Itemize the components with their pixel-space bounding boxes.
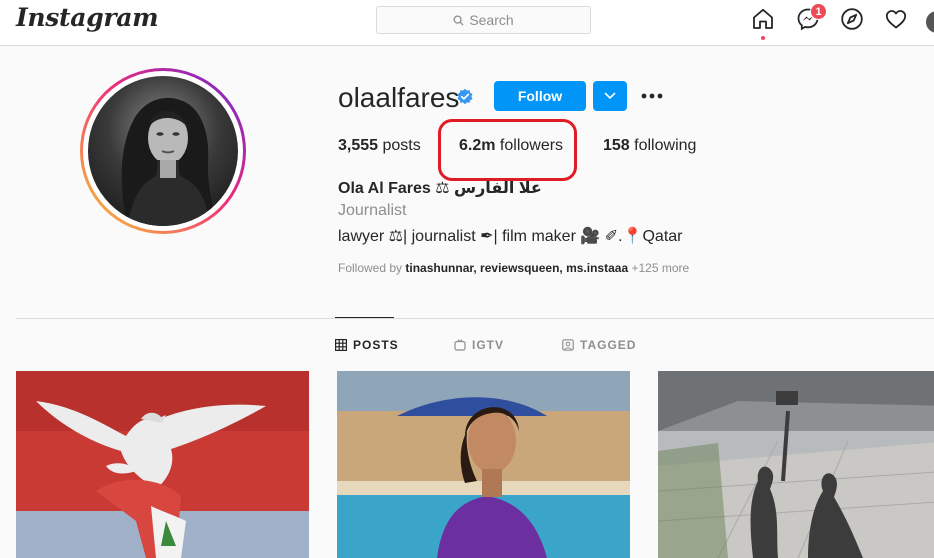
profile-photo bbox=[88, 76, 238, 226]
profile-username: olaalfares bbox=[338, 82, 460, 113]
chevron-down-icon bbox=[604, 92, 616, 100]
followed-by-more: +125 more bbox=[631, 261, 690, 275]
active-tab-indicator bbox=[335, 317, 394, 318]
posts-label: posts bbox=[382, 137, 421, 154]
more-options-button[interactable] bbox=[640, 86, 664, 106]
following-count: 158 bbox=[603, 137, 630, 154]
post-image-woman-purple bbox=[337, 371, 630, 558]
following-label: following bbox=[634, 137, 697, 154]
post-image-shadows bbox=[658, 371, 934, 558]
tabs-divider bbox=[16, 318, 934, 319]
suggested-dropdown-button[interactable] bbox=[593, 81, 627, 111]
avatar-ring-gap bbox=[83, 71, 243, 231]
post-image-dove-mural bbox=[16, 371, 309, 558]
tab-tagged[interactable]: TAGGED bbox=[562, 332, 636, 358]
top-nav: Instagram Search 1 bbox=[0, 0, 934, 46]
home-icon[interactable] bbox=[751, 7, 775, 31]
posts-count: 3,555 bbox=[338, 137, 379, 154]
followers-highlight-annotation bbox=[438, 119, 577, 181]
verified-badge-icon bbox=[457, 88, 473, 105]
tab-igtv-label: IGTV bbox=[472, 338, 505, 352]
nav-profile-avatar[interactable] bbox=[926, 11, 934, 33]
search-placeholder: Search bbox=[469, 12, 514, 28]
tab-posts[interactable]: POSTS bbox=[335, 332, 399, 358]
tagged-icon bbox=[562, 339, 574, 351]
heart-icon[interactable] bbox=[884, 7, 908, 31]
explore-icon[interactable] bbox=[840, 7, 864, 31]
followed-by-prefix: Followed by bbox=[338, 261, 403, 275]
followed-by-line[interactable]: Followed by tinashunnar, reviewsqueen, m… bbox=[338, 261, 689, 275]
grid-icon bbox=[335, 339, 347, 351]
post-thumbnail[interactable] bbox=[337, 371, 630, 558]
instagram-logo[interactable]: Instagram bbox=[16, 3, 159, 32]
tab-posts-label: POSTS bbox=[353, 338, 399, 352]
follow-button[interactable]: Follow bbox=[494, 81, 586, 111]
profile-full-name: Ola Al Fares ⚖ علا الفارس bbox=[338, 180, 542, 197]
search-input[interactable]: Search bbox=[376, 6, 591, 34]
more-dots-icon bbox=[641, 93, 663, 99]
followed-by-names: tinashunnar, reviewsqueen, ms.instaaa bbox=[405, 261, 629, 275]
search-icon bbox=[453, 14, 464, 26]
following-stat[interactable]: 158 following bbox=[603, 137, 696, 155]
profile-avatar[interactable] bbox=[80, 68, 246, 234]
profile-category: Journalist bbox=[338, 202, 407, 219]
profile-bio: lawyer ⚖| journalist ✒| film maker 🎥 ✐.📍… bbox=[338, 228, 683, 245]
tab-tagged-label: TAGGED bbox=[580, 338, 637, 352]
igtv-icon bbox=[454, 339, 466, 351]
post-thumbnail[interactable] bbox=[658, 371, 934, 558]
posts-count-stat: 3,555 posts bbox=[338, 137, 421, 155]
post-thumbnail[interactable] bbox=[16, 371, 309, 558]
home-active-dot bbox=[761, 36, 765, 40]
tab-igtv[interactable]: IGTV bbox=[454, 332, 504, 358]
messages-badge: 1 bbox=[810, 3, 827, 20]
